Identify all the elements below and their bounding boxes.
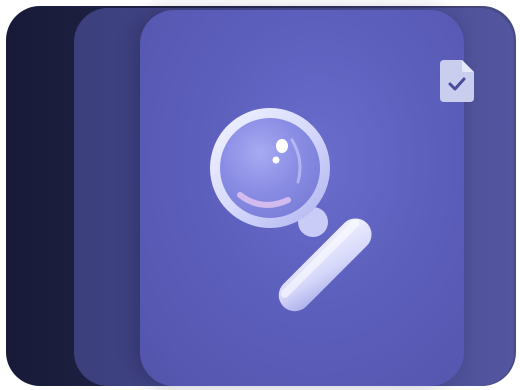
- illustration-stage: [0, 0, 520, 390]
- document-check-icon: [440, 60, 474, 102]
- magnifying-glass-icon: [210, 108, 372, 312]
